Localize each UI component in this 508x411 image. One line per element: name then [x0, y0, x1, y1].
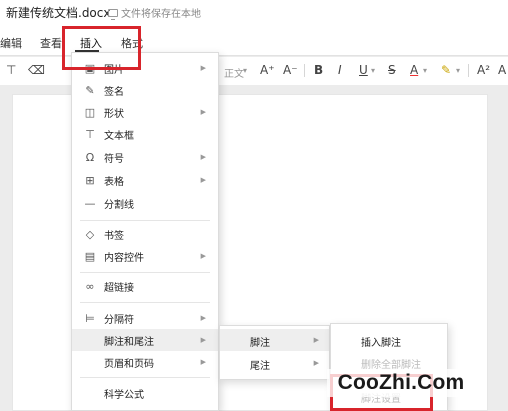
- menu-item-label: 文本框: [104, 130, 134, 142]
- menu-item-label: 签名: [104, 86, 124, 98]
- menu-separator: [80, 272, 210, 273]
- tab-edit[interactable]: 编辑: [0, 35, 22, 51]
- menu-item-textbox[interactable]: ⊤ 文本框: [72, 123, 218, 145]
- menu-item-label: 分隔符: [104, 314, 134, 326]
- title-bar: 新建传统文档.docx 文件将保存在本地: [0, 0, 508, 24]
- save-status: 文件将保存在本地: [108, 5, 201, 20]
- chevron-right-icon: ▶: [313, 359, 319, 367]
- menu-item-label: 超链接: [104, 282, 134, 294]
- hyperlink-icon: ∞: [85, 279, 95, 293]
- menu-item-image[interactable]: ▣ 图片 ▶: [72, 57, 218, 79]
- menu-item-label: 符号: [104, 153, 124, 165]
- chevron-down-icon[interactable]: ▾: [243, 66, 247, 75]
- highlight-chevron-icon[interactable]: ▾: [456, 66, 460, 75]
- menu-item-divider-line[interactable]: — 分割线: [72, 192, 218, 214]
- submenu-item-label: 脚注: [250, 338, 270, 349]
- menu-item-header-page-number[interactable]: 页眉和页码 ▶: [72, 351, 218, 373]
- highlight-pen-icon[interactable]: ✎: [441, 63, 451, 77]
- chevron-right-icon: ▶: [313, 336, 319, 344]
- chevron-right-icon: ▶: [200, 153, 206, 161]
- submenu-item-endnote[interactable]: 尾注 ▶: [220, 352, 329, 374]
- chevron-right-icon: ▶: [200, 358, 206, 366]
- menu-item-label: 分割线: [104, 199, 134, 211]
- submenu-item-footnote[interactable]: 脚注 ▶: [220, 329, 329, 351]
- table-grid-icon: ⊞: [85, 173, 95, 187]
- font-size-up-button[interactable]: A⁺: [260, 63, 275, 77]
- menu-item-science-formula[interactable]: 科学公式: [72, 382, 218, 404]
- insert-footnote-item[interactable]: 插入脚注: [361, 334, 401, 349]
- bookmark-tag-icon: ◇: [85, 227, 95, 241]
- footnote-endnote-submenu: 脚注 ▶ 尾注 ▶: [219, 325, 330, 380]
- font-color-chevron-icon[interactable]: ▾: [423, 66, 427, 75]
- menu-separator: [80, 302, 210, 303]
- submenu-item-label: 尾注: [250, 361, 270, 372]
- image-icon: ▣: [84, 61, 96, 75]
- signature-pen-icon: ✎: [85, 83, 95, 97]
- chevron-right-icon: ▶: [200, 176, 206, 184]
- chevron-right-icon: ▶: [200, 252, 206, 260]
- menu-item-label: 内容控件: [104, 252, 144, 264]
- menu-item-label: 页眉和页码: [104, 358, 154, 370]
- chevron-right-icon: ▶: [200, 108, 206, 116]
- italic-button[interactable]: I: [338, 63, 342, 77]
- chevron-right-icon: ▶: [200, 314, 206, 322]
- omega-symbol-icon: Ω: [85, 150, 95, 164]
- subscript-button[interactable]: A: [498, 63, 506, 77]
- menu-item-bookmark[interactable]: ◇ 书签: [72, 223, 218, 245]
- monitor-icon: [108, 8, 118, 20]
- tab-format[interactable]: 格式: [121, 35, 143, 51]
- menu-separator: [80, 377, 210, 378]
- horizontal-line-icon: —: [84, 196, 96, 210]
- menu-item-content-control[interactable]: ▤ 内容控件 ▶: [72, 245, 218, 267]
- document-title: 新建传统文档.docx: [6, 6, 111, 20]
- menu-item-label: 脚注和尾注: [104, 336, 154, 348]
- footnote-actions-submenu: 插入脚注 删除全部脚注 脚注设置: [330, 323, 448, 411]
- menu-separator: [80, 220, 210, 221]
- tab-view[interactable]: 查看: [40, 35, 62, 51]
- insert-menu: ▣ 图片 ▶ ✎ 签名 ◫ 形状 ▶ ⊤ 文本框 Ω 符号 ▶ ⊞ 表格 ▶ —…: [71, 52, 219, 411]
- menu-item-footnote-endnote[interactable]: 脚注和尾注 ▶: [72, 329, 218, 351]
- content-control-icon: ▤: [84, 249, 96, 263]
- menu-item-hyperlink[interactable]: ∞ 超链接: [72, 275, 218, 297]
- page-break-icon: ⊨: [85, 311, 95, 325]
- menu-item-symbol[interactable]: Ω 符号 ▶: [72, 146, 218, 168]
- toolbar-divider: [304, 64, 305, 77]
- textbox-icon: ⊤: [85, 127, 95, 141]
- menu-item-table[interactable]: ⊞ 表格 ▶: [72, 169, 218, 191]
- chevron-right-icon: ▶: [200, 336, 206, 344]
- superscript-button[interactable]: A²: [477, 63, 490, 77]
- menu-item-label: 形状: [104, 108, 124, 120]
- underline-chevron-icon[interactable]: ▾: [371, 66, 375, 75]
- chevron-right-icon: ▶: [200, 64, 206, 72]
- shape-icon: ◫: [84, 105, 96, 119]
- menu-item-shape[interactable]: ◫ 形状 ▶: [72, 101, 218, 123]
- bold-button[interactable]: B: [314, 63, 323, 77]
- style-selector[interactable]: 正文: [224, 65, 244, 80]
- font-color-button[interactable]: A: [410, 63, 418, 77]
- format-painter-icon[interactable]: ⊤: [6, 63, 16, 77]
- menu-item-label: 书签: [104, 230, 124, 242]
- menu-item-label: 表格: [104, 176, 124, 188]
- menu-item-signature[interactable]: ✎ 签名: [72, 79, 218, 101]
- toolbar-divider: [468, 64, 469, 77]
- tab-insert[interactable]: 插入: [80, 35, 102, 51]
- underline-button[interactable]: U: [359, 63, 368, 77]
- save-status-text: 文件将保存在本地: [121, 9, 201, 20]
- font-size-down-button[interactable]: A⁻: [283, 63, 298, 77]
- menu-item-label: 科学公式: [104, 389, 144, 401]
- menu-item-page-break[interactable]: ⊨ 分隔符 ▶: [72, 307, 218, 329]
- site-watermark: CooZhi.Com: [327, 369, 475, 397]
- strikethrough-button[interactable]: S: [388, 63, 396, 77]
- eraser-icon[interactable]: ⌫: [28, 63, 45, 77]
- menu-item-label: 图片: [104, 64, 124, 76]
